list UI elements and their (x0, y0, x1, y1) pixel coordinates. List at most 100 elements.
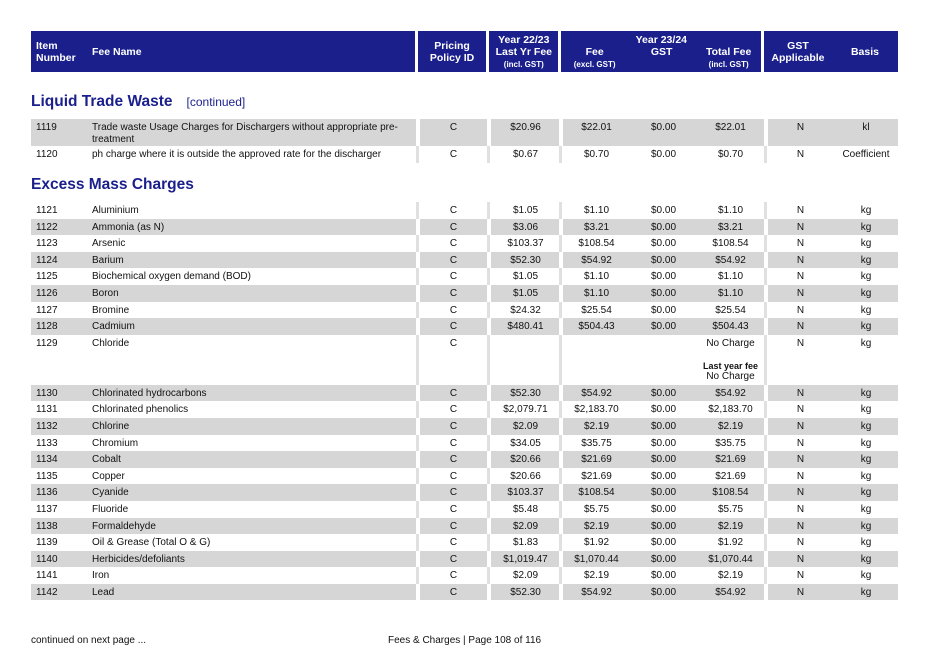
table-row: 1133 Chromium C $34.05 $35.75 $0.00 $35.75 Nkg (31, 434, 898, 452)
header-fee: Fee (585, 46, 604, 58)
cell-fee-excl-gst: $5.75 (583, 503, 610, 515)
cell-item-number: 1137 (36, 503, 58, 515)
cell-pricing-policy: C (449, 321, 458, 333)
cell-basis: kg (860, 570, 872, 582)
cell-total-fee: $2.19 (717, 420, 744, 432)
cell-basis: kg (860, 586, 872, 598)
cell-total-fee: $54.92 (715, 586, 746, 598)
cell-pricing-policy: C (449, 420, 458, 432)
table-row: 1131 Chlorinated phenolics C $2,079.71 $2,18… (31, 401, 898, 418)
cell-basis: kg (860, 205, 872, 216)
cell-last-yr-fee: $5.48 (512, 503, 539, 515)
cell-basis: kl (862, 122, 870, 133)
cell-item-number: 1124 (36, 254, 58, 266)
cell-pricing-policy: C (449, 437, 458, 449)
cell-item-number: 1132 (36, 420, 58, 432)
cell-pricing-policy: C (449, 454, 458, 466)
header-gst-basis-cell: GST Applicable Basis (764, 31, 898, 72)
cell-fee-excl-gst: $54.92 (581, 387, 612, 399)
cell-last-yr-fee: $480.41 (507, 321, 544, 333)
cell-total-fee: No Charge (706, 337, 755, 349)
cell-total-fee: $25.54 (715, 304, 746, 316)
header-item-fee: Item Number Fee Name (31, 31, 415, 72)
cell-gst-amount: $0.00 (650, 420, 677, 432)
cell-fee-excl-gst: $1.92 (583, 537, 610, 549)
cell-gst-applicable: N (796, 520, 805, 532)
cell-gst-applicable: N (796, 321, 805, 333)
cell-fee-name: Chlorinated phenolics (92, 404, 189, 416)
cell-basis: kg (860, 487, 872, 499)
table-row: 1140 Herbicides/defoliants C $1,019.47 $1,07… (31, 550, 898, 568)
cell-item-number: 1130 (36, 387, 58, 399)
cell-fee-excl-gst: $0.70 (583, 149, 610, 160)
cell-pricing-policy: C (449, 149, 458, 160)
cell-last-yr-fee: $2.09 (512, 570, 539, 582)
cell-gst-applicable: N (796, 149, 805, 160)
table-row: 1135 Copper C $20.66 $21.69 $0.00 $21.69 Nkg (31, 467, 898, 485)
cell-item-number: 1120 (36, 149, 58, 160)
cell-fee-name: Barium (92, 254, 124, 266)
cell-total-fee: $3.21 (717, 221, 744, 233)
cell-item-number: 1138 (36, 520, 58, 532)
cell-basis: kg (860, 553, 872, 565)
cell-last-yr-fee: $52.30 (510, 387, 541, 399)
cell-pricing-policy: C (449, 570, 458, 582)
cell-item-number: 1131 (36, 404, 58, 416)
cell-gst-amount: $0.00 (650, 553, 677, 565)
cell-pricing-policy: C (449, 205, 458, 216)
cell-gst-applicable: N (796, 454, 805, 466)
header-last-yr-fee: Last Yr Fee (495, 46, 552, 58)
cell-gst-amount: $0.00 (650, 586, 677, 598)
cell-fee-excl-gst: $2.19 (583, 420, 610, 432)
table-row: 1139 Oil & Grease (Total O & G) C $1.83 $1.9… (31, 534, 898, 551)
cell-total-fee: $2.19 (717, 570, 744, 582)
table-row: 1123 Arsenic C $103.37 $108.54 $0.00 $108.54 Nk… (31, 235, 898, 252)
continued-note: continued on next page ... (31, 635, 147, 646)
cell-total-fee: $1.10 (717, 287, 744, 299)
cell-gst-amount: $0.00 (650, 404, 677, 416)
cell-fee-name: Bromine (92, 304, 130, 316)
cell-basis: kg (860, 437, 872, 449)
table-row: 1138 Formaldehyde C $2.09 $2.19 $0.00 $2.19 Nkg (31, 517, 898, 535)
cell-last-year-fee-value: No Charge (706, 370, 755, 382)
cell-gst-applicable: N (796, 254, 805, 266)
cell-gst-applicable: N (796, 404, 805, 416)
cell-basis: kg (860, 520, 872, 532)
table-row: 1126 Boron C $1.05 $1.10 $0.00 $1.10 Nkg (31, 284, 898, 302)
cell-fee-name: Fluoride (92, 503, 129, 515)
cell-basis: kg (860, 420, 872, 432)
cell-gst-amount: $0.00 (650, 570, 677, 582)
cell-gst-amount: $0.00 (650, 254, 677, 266)
cell-pricing-policy: C (449, 503, 458, 515)
cell-item-number: 1126 (36, 287, 58, 299)
cell-pricing-policy: C (449, 387, 458, 399)
cell-gst-amount: $0.00 (650, 321, 677, 333)
cell-total-fee: $21.69 (715, 470, 746, 482)
cell-last-yr-fee: $1.05 (512, 287, 539, 299)
cell-last-yr-fee: $34.05 (510, 437, 541, 449)
cell-fee-name: Chloride (92, 337, 130, 349)
cell-item-number: 1135 (36, 470, 58, 482)
table-row: 1127 Bromine C $24.32 $25.54 $0.00 $25.54 Nkg (31, 301, 898, 319)
cell-fee-name: Cobalt (92, 454, 121, 466)
cell-fee-name: Iron (92, 570, 110, 582)
cell-total-fee: $1.10 (717, 271, 744, 283)
cell-gst-applicable: N (796, 221, 805, 233)
cell-total-fee: $21.69 (715, 454, 746, 466)
cell-last-yr-fee: $1.05 (512, 205, 539, 216)
cell-basis: kg (860, 503, 872, 515)
table-row: 1124 Barium C $52.30 $54.92 $0.00 $54.92 Nkg (31, 251, 898, 269)
cell-gst-amount: $0.00 (650, 149, 677, 160)
cell-gst-amount: $0.00 (650, 238, 677, 250)
page-footer: Fees & Charges | Page 108 of 116 (388, 635, 542, 646)
table-row: 1136 Cyanide C $103.37 $108.54 $0.00 $108.54 Nk… (31, 484, 898, 501)
cell-gst-applicable: N (796, 470, 805, 482)
cell-last-yr-fee: $20.66 (510, 454, 541, 466)
cell-fee-name: Trade waste Usage Charges for Discharger… (92, 122, 398, 145)
cell-item-number: 1140 (36, 553, 58, 565)
cell-basis: kg (860, 271, 872, 283)
cell-total-fee: $1.10 (717, 205, 744, 216)
header-year-curr: Year 23/24 (635, 34, 687, 46)
cell-fee-name: Chlorinated hydrocarbons (92, 387, 207, 399)
cell-gst-applicable: N (796, 437, 805, 449)
